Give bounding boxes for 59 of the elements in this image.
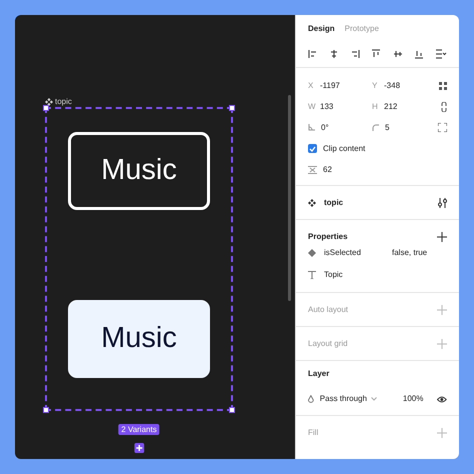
align-right-icon[interactable]	[350, 49, 360, 59]
text-icon	[308, 271, 316, 279]
resize-handle[interactable]	[43, 407, 49, 413]
field-value[interactable]: 133	[320, 100, 334, 112]
property-name[interactable]: isSelected	[324, 247, 384, 259]
field-label: Y	[372, 80, 378, 92]
component-icon	[308, 198, 316, 206]
field-value[interactable]: 5	[385, 122, 390, 134]
opacity-value[interactable]: 100%	[402, 393, 424, 405]
resize-handle[interactable]	[43, 105, 49, 111]
align-bottom-icon[interactable]	[414, 49, 424, 59]
checkbox-label[interactable]: Clip content	[323, 142, 366, 154]
field-value[interactable]: 212	[384, 100, 398, 112]
align-center-icon[interactable]	[329, 49, 340, 59]
blend-mode-dropdown[interactable]: Pass through	[320, 393, 397, 405]
adjust-icon[interactable]	[438, 198, 447, 208]
add-variant-icon[interactable]	[134, 443, 144, 453]
variant-card[interactable]: Music	[68, 132, 210, 210]
add-icon[interactable]	[437, 232, 447, 242]
align-middle-icon[interactable]	[392, 49, 403, 59]
panel-tab[interactable]: Design	[308, 23, 335, 35]
distribute-icon[interactable]	[434, 49, 447, 59]
blend-icon	[308, 395, 314, 403]
frame-label: topic	[55, 96, 72, 108]
property-name[interactable]: Topic	[324, 269, 343, 281]
property-value[interactable]: false, true	[392, 247, 428, 259]
section-title: Properties	[308, 231, 348, 243]
section-title: Auto layout	[308, 304, 348, 316]
field-label: H	[372, 100, 378, 112]
section-title: Layer	[308, 368, 330, 380]
variant-icon	[308, 249, 316, 257]
spacing-icon	[308, 166, 317, 174]
independent-corners-icon[interactable]	[438, 123, 447, 132]
variant-card[interactable]: Music	[68, 300, 210, 378]
variants-badge[interactable]: 2 Variants	[118, 424, 160, 435]
check-icon	[309, 146, 316, 152]
resize-handle[interactable]	[229, 407, 235, 413]
corner-radius-icon	[372, 124, 379, 131]
resize-handle[interactable]	[229, 105, 235, 111]
field-value[interactable]: -1197	[320, 80, 340, 92]
rotation-icon	[308, 124, 315, 131]
field-label: X	[308, 80, 314, 92]
align-top-icon[interactable]	[371, 49, 382, 59]
scrollbar[interactable]	[288, 95, 291, 301]
component-frame[interactable]: Music Music	[45, 107, 233, 411]
constrain-proportions-icon[interactable]	[441, 102, 447, 112]
component-icon	[45, 98, 53, 106]
visibility-eye-icon[interactable]	[437, 396, 447, 402]
component-name: topic	[324, 196, 344, 208]
section-title: Fill	[308, 426, 318, 438]
align-left-icon[interactable]	[308, 49, 318, 59]
chevron-icon	[370, 397, 377, 401]
field-label: W	[308, 100, 314, 112]
field-value[interactable]: -348	[384, 80, 400, 92]
section-title: Layout grid	[308, 338, 348, 350]
constraints-icon[interactable]	[439, 82, 447, 90]
spacing-value[interactable]: 62	[323, 164, 332, 176]
field-value[interactable]: 0°	[321, 122, 329, 134]
checkbox[interactable]	[308, 144, 317, 153]
